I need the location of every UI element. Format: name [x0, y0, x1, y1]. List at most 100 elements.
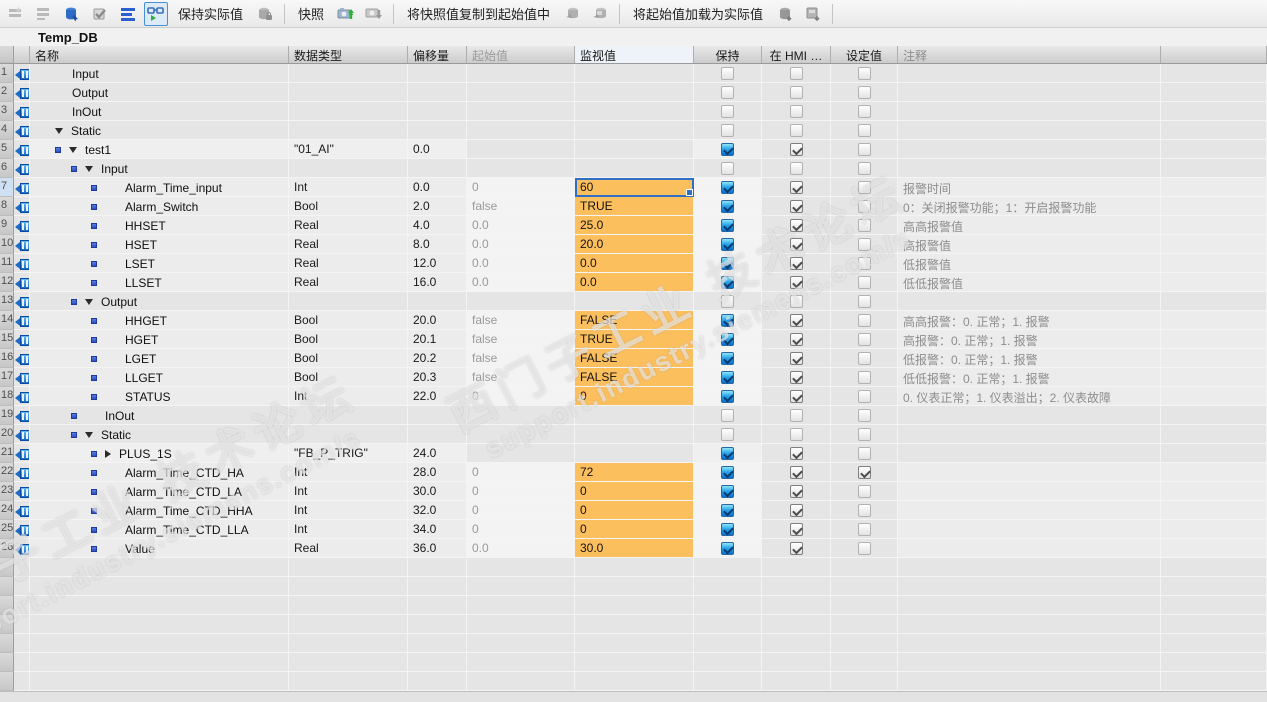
retain-checkbox[interactable] — [721, 314, 734, 327]
hmi-visible-checkbox[interactable] — [789, 257, 803, 270]
name-cell[interactable]: test1 — [30, 140, 289, 159]
load-actual-icon-1[interactable] — [773, 2, 797, 26]
monitorvalue-cell[interactable]: 0 — [575, 387, 694, 406]
datatype-cell[interactable]: Int — [289, 178, 408, 197]
header-monitorvalue[interactable]: 监视值 — [575, 46, 694, 63]
retain-checkbox[interactable] — [721, 542, 734, 555]
keep-actual-values-label[interactable]: 保持实际值 — [172, 4, 249, 23]
snapshot-down-icon[interactable] — [362, 2, 386, 26]
retain-checkbox[interactable] — [721, 219, 734, 232]
row-number[interactable]: 15 — [0, 330, 14, 349]
comment-cell[interactable] — [898, 463, 1161, 482]
hmi-visible-checkbox[interactable] — [789, 124, 803, 137]
monitorvalue-cell[interactable] — [575, 83, 694, 102]
hmi-visible-checkbox[interactable] — [789, 238, 803, 251]
comment-cell[interactable] — [898, 102, 1161, 121]
startvalue-cell[interactable] — [467, 444, 575, 463]
startvalue-cell[interactable]: 0 — [467, 387, 575, 406]
row-number[interactable]: 25 — [0, 520, 14, 539]
setpoint-checkbox[interactable] — [857, 200, 871, 213]
retain-checkbox[interactable] — [721, 295, 734, 308]
collapse-arrow-icon[interactable] — [85, 299, 93, 305]
name-cell[interactable]: STATUS — [30, 387, 289, 406]
name-cell[interactable]: LLSET — [30, 273, 289, 292]
hmi-visible-checkbox[interactable] — [789, 390, 803, 403]
startvalue-cell[interactable] — [467, 140, 575, 159]
name-cell[interactable]: Alarm_Time_input — [30, 178, 289, 197]
comment-cell[interactable]: 0. 仪表正常；1. 仪表溢出；2. 仪表故障 — [898, 387, 1161, 406]
retain-checkbox[interactable] — [721, 124, 734, 137]
datatype-cell[interactable]: Real — [289, 254, 408, 273]
retain-checkbox[interactable] — [721, 504, 734, 517]
name-cell[interactable]: LLGET — [30, 368, 289, 387]
row-number[interactable]: 17 — [0, 368, 14, 387]
startvalue-cell[interactable]: 0 — [467, 463, 575, 482]
hmi-visible-checkbox[interactable] — [789, 143, 803, 156]
comment-cell[interactable] — [898, 292, 1161, 311]
name-cell[interactable]: HSET — [30, 235, 289, 254]
hmi-visible-checkbox[interactable] — [789, 466, 803, 479]
datatype-cell[interactable] — [289, 83, 408, 102]
retain-checkbox[interactable] — [721, 105, 734, 118]
retain-checkbox[interactable] — [721, 390, 734, 403]
setpoint-checkbox[interactable] — [857, 86, 871, 99]
startvalue-cell[interactable]: 0 — [467, 520, 575, 539]
monitorvalue-cell[interactable] — [575, 292, 694, 311]
startvalue-cell[interactable] — [467, 102, 575, 121]
row-number[interactable]: 10 — [0, 235, 14, 254]
row-number[interactable]: 22 — [0, 463, 14, 482]
hmi-visible-checkbox[interactable] — [789, 219, 803, 232]
startvalue-cell[interactable] — [467, 64, 575, 83]
hmi-visible-checkbox[interactable] — [789, 485, 803, 498]
snapshot-label[interactable]: 快照 — [292, 4, 330, 23]
retain-checkbox[interactable] — [721, 67, 734, 80]
add-row-icon[interactable] — [32, 2, 56, 26]
hmi-visible-checkbox[interactable] — [789, 162, 803, 175]
name-cell[interactable]: HGET — [30, 330, 289, 349]
name-cell[interactable]: LSET — [30, 254, 289, 273]
monitorvalue-cell[interactable]: 20.0 — [575, 235, 694, 254]
setpoint-checkbox[interactable] — [857, 124, 871, 137]
monitorvalue-cell[interactable] — [575, 140, 694, 159]
retain-checkbox[interactable] — [721, 466, 734, 479]
monitorvalue-cell[interactable] — [575, 64, 694, 83]
header-comment[interactable]: 注释 — [898, 46, 1161, 63]
comment-cell[interactable] — [898, 444, 1161, 463]
setpoint-checkbox[interactable] — [857, 428, 871, 441]
header-hmi[interactable]: 在 HMI … — [762, 46, 831, 63]
name-cell[interactable]: HHSET — [30, 216, 289, 235]
name-cell[interactable]: InOut — [30, 406, 289, 425]
name-cell[interactable]: Output — [30, 292, 289, 311]
monitorvalue-cell[interactable]: 0.0 — [575, 273, 694, 292]
hmi-visible-checkbox[interactable] — [789, 314, 803, 327]
comment-cell[interactable] — [898, 501, 1161, 520]
comment-cell[interactable] — [898, 482, 1161, 501]
retain-checkbox[interactable] — [721, 523, 734, 536]
monitorvalue-cell[interactable] — [575, 425, 694, 444]
retain-checkbox[interactable] — [721, 86, 734, 99]
setpoint-checkbox[interactable] — [857, 447, 871, 460]
row-number[interactable]: 21 — [0, 444, 14, 463]
row-number[interactable]: 5 — [0, 140, 14, 159]
hmi-visible-checkbox[interactable] — [789, 542, 803, 555]
monitorvalue-cell[interactable]: 0 — [575, 501, 694, 520]
load-actual-icon-2[interactable] — [801, 2, 825, 26]
setpoint-checkbox[interactable] — [857, 409, 871, 422]
hmi-visible-checkbox[interactable] — [789, 276, 803, 289]
comment-cell[interactable]: 低报警：0. 正常；1. 报警 — [898, 349, 1161, 368]
retain-checkbox[interactable] — [721, 143, 734, 156]
retain-checkbox[interactable] — [721, 447, 734, 460]
datatype-cell[interactable]: Int — [289, 520, 408, 539]
datatype-cell[interactable]: Int — [289, 482, 408, 501]
row-number[interactable]: 11 — [0, 254, 14, 273]
monitorvalue-cell[interactable]: 25.0 — [575, 216, 694, 235]
hmi-visible-checkbox[interactable] — [789, 181, 803, 194]
hmi-visible-checkbox[interactable] — [789, 333, 803, 346]
row-number[interactable]: 24 — [0, 501, 14, 520]
name-cell[interactable]: Alarm_Time_CTD_LA — [30, 482, 289, 501]
retain-checkbox[interactable] — [721, 238, 734, 251]
row-number[interactable]: 12 — [0, 273, 14, 292]
datatype-cell[interactable]: Bool — [289, 349, 408, 368]
comment-cell[interactable]: 低低报警值 — [898, 273, 1161, 292]
startvalue-cell[interactable] — [467, 425, 575, 444]
